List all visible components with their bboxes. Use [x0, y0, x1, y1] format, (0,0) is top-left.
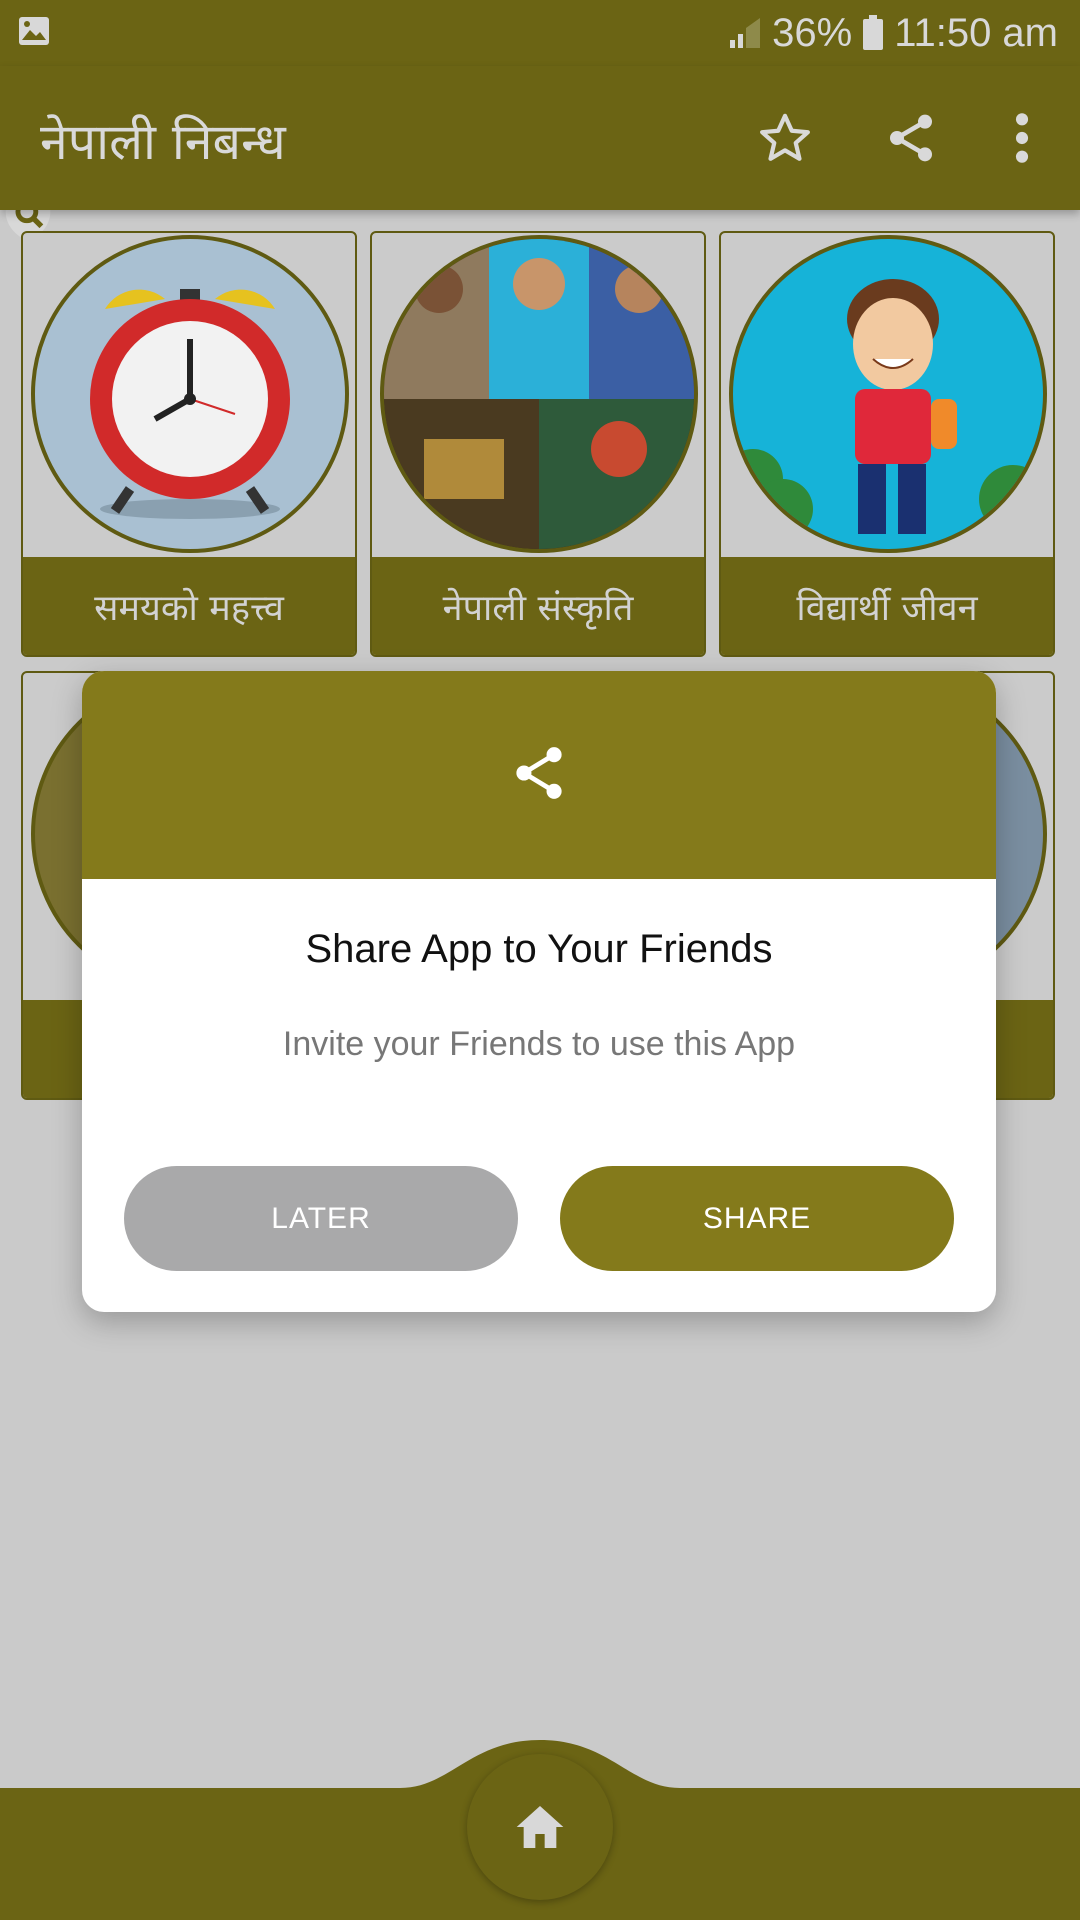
essay-card-culture[interactable]: नेपाली संस्कृति — [370, 231, 706, 657]
later-button[interactable]: LATER — [124, 1166, 518, 1271]
card-image — [31, 235, 349, 553]
battery-percent: 36% — [772, 10, 853, 55]
dialog-header — [82, 671, 996, 879]
share-icon — [890, 114, 932, 162]
card-image — [729, 235, 1047, 553]
essay-card-student-life[interactable]: विद्यार्थी जीवन — [719, 231, 1055, 657]
share-icon — [516, 747, 562, 799]
card-label: समयको महत्त्व — [23, 557, 355, 655]
signal-icon — [730, 18, 761, 48]
card-image — [380, 235, 698, 553]
home-icon — [516, 1806, 564, 1848]
share-dialog: Share App to Your Friends Invite your Fr… — [82, 671, 996, 1312]
battery-icon — [863, 15, 884, 50]
essay-card-time[interactable]: समयको महत्त्व — [21, 231, 357, 657]
app-title: नेपाली निबन्ध — [40, 113, 286, 171]
nav-home-button[interactable] — [467, 1754, 613, 1900]
clock: 11:50 am — [894, 10, 1058, 55]
card-label: विद्यार्थी जीवन — [721, 557, 1053, 655]
favorite-button[interactable] — [749, 102, 821, 174]
student-illustration — [733, 279, 1043, 539]
dialog-title: Share App to Your Friends — [305, 927, 773, 971]
share-button[interactable] — [875, 102, 947, 174]
status-bar: 36% 11:50 am — [0, 0, 1080, 66]
star-icon — [760, 113, 810, 161]
more-vert-icon — [1015, 113, 1029, 163]
alarm-clock-icon — [90, 289, 290, 519]
image-icon — [19, 17, 49, 45]
app-bar: नेपाली निबन्ध — [0, 66, 1080, 210]
card-label: नेपाली संस्कृति — [372, 557, 704, 655]
overflow-menu-button[interactable] — [986, 102, 1058, 174]
share-now-button[interactable]: SHARE — [560, 1166, 954, 1271]
culture-photo — [384, 239, 694, 549]
dialog-subtitle: Invite your Friends to use this App — [282, 1025, 796, 1063]
